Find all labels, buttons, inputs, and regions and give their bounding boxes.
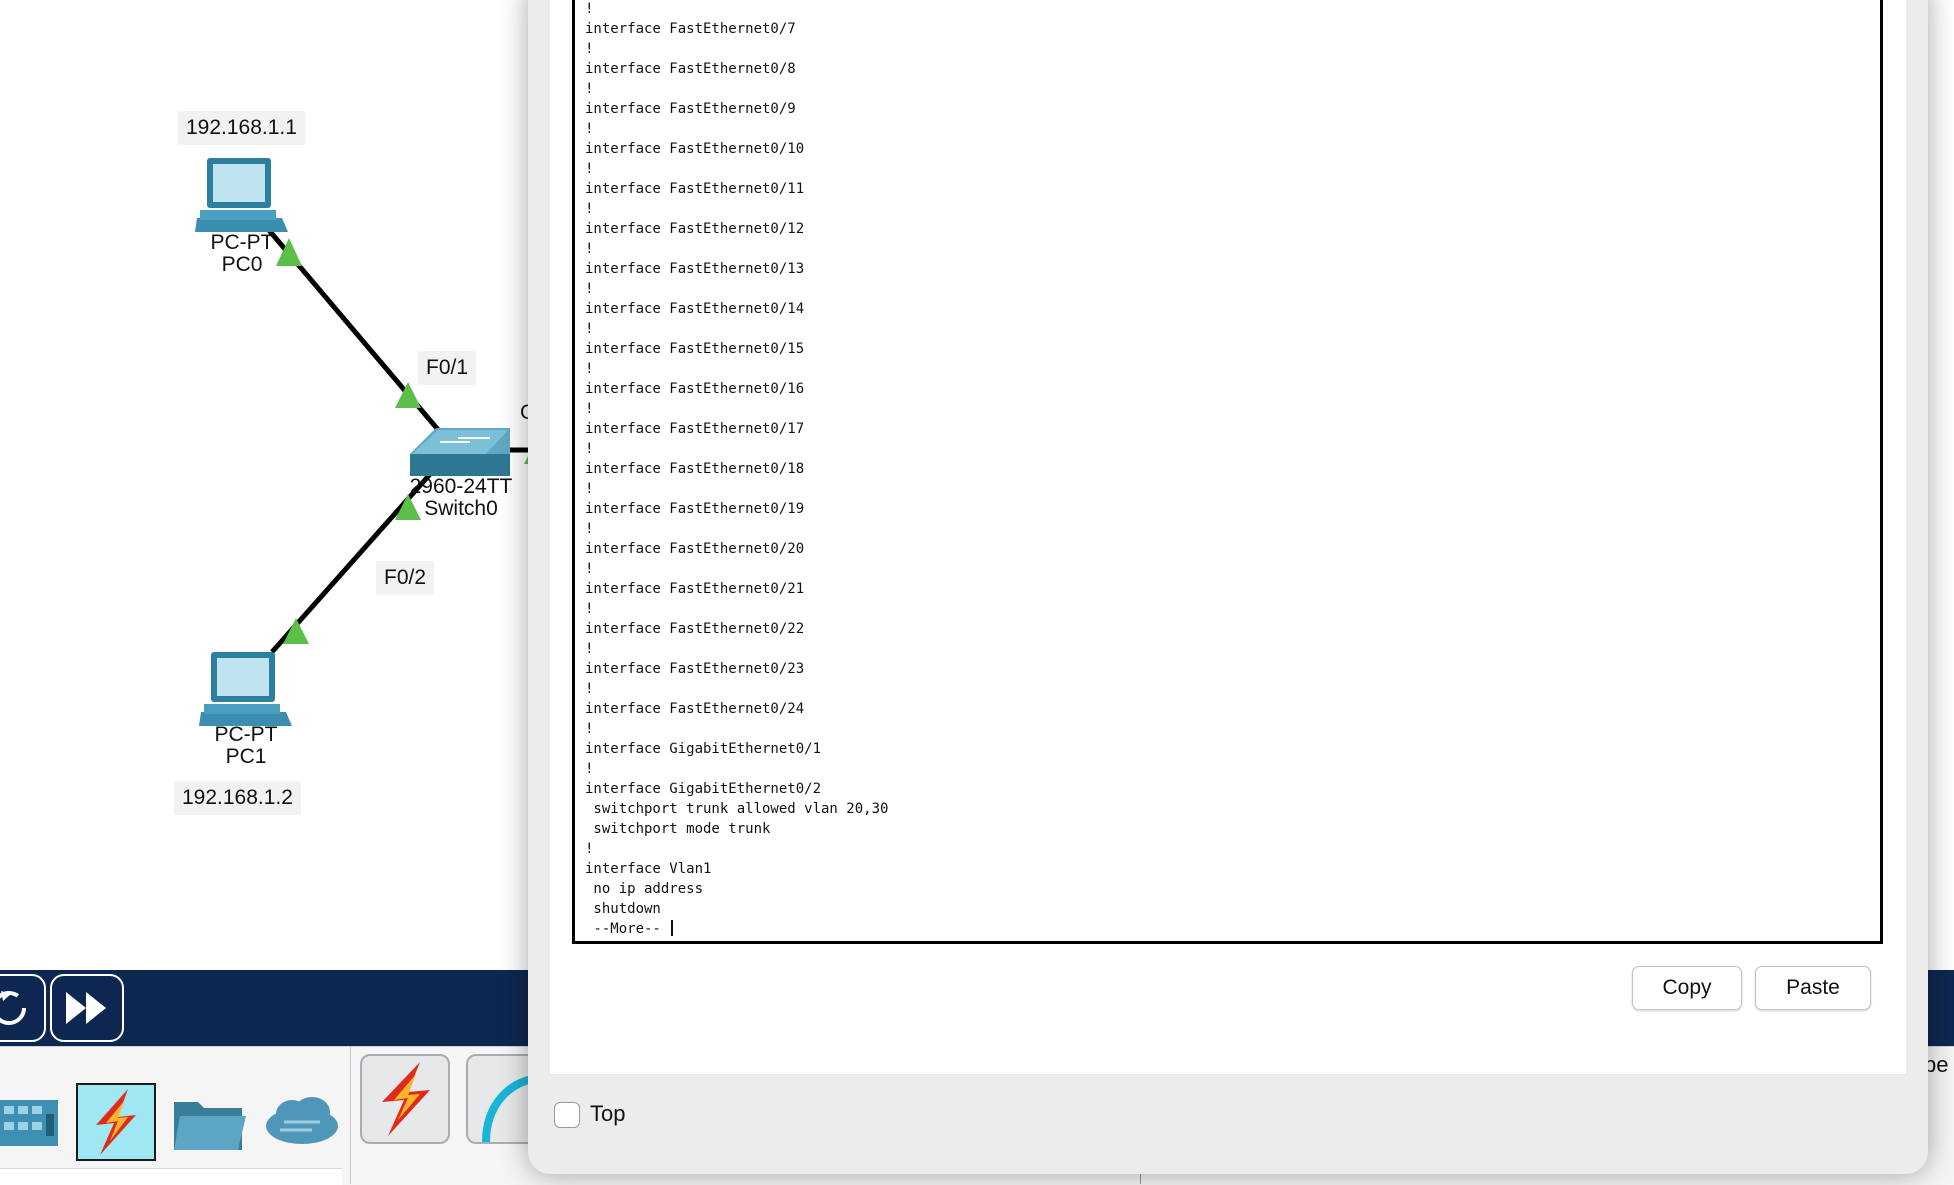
- terminal-line: interface GigabitEthernet0/2: [585, 781, 822, 797]
- terminal-line: !: [585, 241, 594, 257]
- tray-divider: [350, 1046, 351, 1184]
- terminal-output: ! interface FastEthernet0/7! interface Fas…: [585, 0, 888, 939]
- terminal-line: !: [585, 321, 594, 337]
- pc0-name: PC0: [221, 253, 263, 276]
- pc1-ip-label: 192.168.1.2: [174, 781, 301, 815]
- terminal-line: interface FastEthernet0/19: [585, 501, 805, 517]
- top-checkbox[interactable]: [554, 1102, 580, 1128]
- more-prompt: --More--: [585, 921, 670, 937]
- pc0-model: PC-PT: [210, 231, 274, 254]
- pc0-icon[interactable]: [195, 158, 288, 232]
- reset-cycle-icon: [0, 991, 26, 1025]
- fast-forward-icon: [66, 992, 106, 1024]
- terminal-line: !: [585, 441, 594, 457]
- terminal-line: !: [585, 601, 594, 617]
- terminal-line: !: [585, 201, 594, 217]
- terminal-line: no ip address: [585, 881, 704, 897]
- ios-command-line[interactable]: ! interface FastEthernet0/7! interface Fas…: [572, 0, 1883, 944]
- terminal-line: switchport trunk allowed vlan 20,30: [585, 801, 889, 817]
- terminal-line: interface Vlan1: [585, 861, 712, 877]
- terminal-line: !: [585, 41, 594, 57]
- terminal-line: interface FastEthernet0/9: [585, 101, 796, 117]
- terminal-line: interface FastEthernet0/7: [585, 21, 796, 37]
- terminal-line: interface FastEthernet0/17: [585, 421, 805, 437]
- terminal-line: interface FastEthernet0/11: [585, 181, 805, 197]
- terminal-line: interface FastEthernet0/16: [585, 381, 805, 397]
- terminal-line: !: [585, 761, 594, 777]
- link-indicator-pc1: [283, 618, 309, 644]
- lightning-icon: [382, 1062, 430, 1136]
- terminal-line: interface GigabitEthernet0/1: [585, 741, 822, 757]
- terminal-line: !: [585, 721, 594, 737]
- terminal-line: !: [585, 641, 594, 657]
- terminal-line: interface FastEthernet0/21: [585, 581, 805, 597]
- terminal-line: !: [585, 121, 594, 137]
- pc1-model: PC-PT: [214, 723, 278, 746]
- switch0-name: Switch0: [424, 497, 498, 520]
- text-cursor: [671, 920, 674, 936]
- terminal-line: interface FastEthernet0/23: [585, 661, 805, 677]
- port-label-f02: F0/2: [376, 561, 435, 595]
- switch0-label[interactable]: 2960-24TT Switch0: [400, 476, 522, 520]
- terminal-line: interface FastEthernet0/24: [585, 701, 805, 717]
- more-prompt-line: --More--: [585, 919, 888, 939]
- terminal-line: !: [585, 681, 594, 697]
- terminal-line: interface FastEthernet0/13: [585, 261, 805, 277]
- terminal-line: !: [585, 521, 594, 537]
- terminal-line: interface FastEthernet0/8: [585, 61, 796, 77]
- terminal-line: shutdown: [585, 901, 661, 917]
- terminal-line: !: [585, 1, 594, 17]
- port-label-f01: F0/1: [418, 351, 477, 385]
- paste-button[interactable]: Paste: [1755, 966, 1871, 1010]
- pc0-label[interactable]: PC-PT PC0: [200, 232, 284, 276]
- reset-button[interactable]: [0, 974, 46, 1042]
- terminal-line: interface FastEthernet0/22: [585, 621, 805, 637]
- terminal-line: interface FastEthernet0/15: [585, 341, 805, 357]
- connections-category-button[interactable]: [76, 1083, 156, 1161]
- cloud-icon[interactable]: [262, 1092, 342, 1150]
- terminal-line: interface FastEthernet0/20: [585, 541, 805, 557]
- terminal-line: !: [585, 81, 594, 97]
- terminal-line: !: [585, 161, 594, 177]
- terminal-line: interface FastEthernet0/10: [585, 141, 805, 157]
- pc1-icon[interactable]: [199, 652, 292, 726]
- terminal-line: !: [585, 561, 594, 577]
- terminal-line: interface FastEthernet0/18: [585, 461, 805, 477]
- terminal-line: interface FastEthernet0/12: [585, 221, 805, 237]
- terminal-line: !: [585, 281, 594, 297]
- top-checkbox-label: Top: [590, 1101, 626, 1126]
- folder-icon[interactable]: [172, 1094, 246, 1152]
- fast-forward-button[interactable]: [50, 974, 124, 1042]
- pc0-ip-label: 192.168.1.1: [178, 111, 305, 145]
- terminal-line: !: [585, 841, 594, 857]
- terminal-line: switchport mode trunk: [585, 821, 771, 837]
- device-subtray: [0, 1168, 342, 1185]
- terminal-line: !: [585, 361, 594, 377]
- terminal-line: !: [585, 481, 594, 497]
- network-device-icon[interactable]: [0, 1096, 62, 1152]
- terminal-line: interface FastEthernet0/14: [585, 301, 805, 317]
- pc1-name: PC1: [225, 745, 267, 768]
- pc1-label[interactable]: PC-PT PC1: [204, 724, 288, 768]
- terminal-line: !: [585, 401, 594, 417]
- copy-button[interactable]: Copy: [1632, 966, 1742, 1010]
- switch0-model: 2960-24TT: [409, 475, 513, 498]
- auto-connection-button[interactable]: [360, 1054, 450, 1144]
- switch0-icon[interactable]: [410, 428, 510, 480]
- connections-lightning-icon: [96, 1089, 136, 1155]
